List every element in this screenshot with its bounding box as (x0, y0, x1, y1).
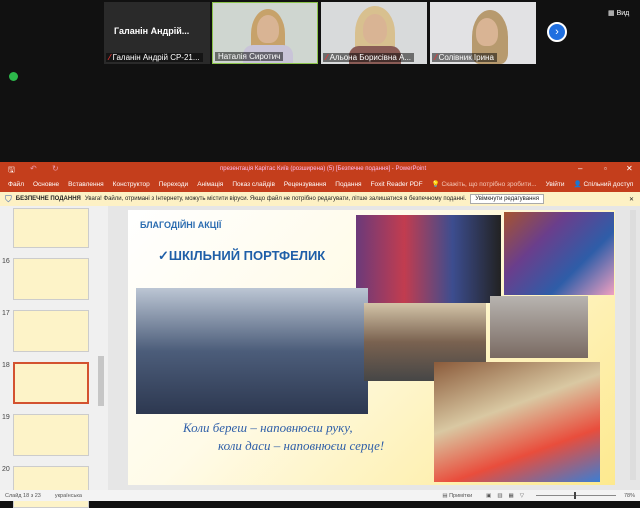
share-button[interactable]: 👤 Спільний доступ (574, 180, 634, 188)
tab-home[interactable]: Основне (33, 181, 59, 188)
photo-supplies (434, 362, 600, 482)
slide-heading: БЛАГОДІЙНІ АКЦІЇ (140, 220, 222, 230)
slide-subtitle: ✓ШКІЛЬНИЙ ПОРТФЕЛИК (158, 248, 326, 263)
tab-foxit[interactable]: Foxit Reader PDF (371, 181, 423, 188)
participant-tile[interactable]: ⁄ Солівник Ірина (430, 2, 536, 64)
participant-label: ⁄ Галанін Андрій СР-21... (106, 53, 203, 62)
protected-view-message: Увага! Файли, отримані з Інтернету, можу… (84, 196, 467, 202)
protected-view-label: БЕЗПЕЧНЕ ПОДАННЯ (15, 196, 81, 202)
tab-insert[interactable]: Вставлення (68, 181, 104, 188)
participant-tile[interactable]: Наталія Сиротич (212, 2, 318, 64)
quote-line-1: Коли береш – наповнюєш руку, (183, 420, 353, 435)
shield-icon: ⛉ (5, 193, 12, 204)
maximize-button[interactable]: ▫ (604, 164, 607, 173)
next-page-button[interactable]: › (547, 22, 567, 42)
encryption-shield-icon (9, 72, 18, 81)
participant-label: ⁄ Солівник Ірина (432, 53, 497, 62)
thumbnail-19[interactable] (13, 414, 89, 456)
participant-tile-name: Галанін Андрій... (114, 26, 190, 36)
slide-canvas: БЛАГОДІЙНІ АКЦІЇ ✓ШКІЛЬНИЙ ПОРТФЕЛИК Кол… (128, 210, 615, 485)
photo-children (490, 296, 588, 358)
tab-design[interactable]: Конструктор (113, 181, 150, 188)
thumbnail-18-selected[interactable] (13, 362, 89, 404)
status-bar: Слайд 18 з 23 українська ▤ Примітки ▣▥▦▽… (0, 490, 640, 501)
redo-icon[interactable]: ↻ (52, 164, 59, 173)
undo-icon[interactable]: ↶ (30, 164, 37, 173)
participant-label: ⁄ Альона Борисівна А... (323, 53, 415, 62)
close-bar-icon[interactable]: ✕ (629, 196, 634, 203)
participant-tile[interactable]: Галанін Андрій... ⁄ Галанін Андрій СР-21… (104, 2, 210, 64)
enable-editing-button[interactable]: Увімкнути редагування (470, 194, 544, 204)
participant-tile[interactable]: ⁄ Альона Борисівна А... (321, 2, 427, 64)
slide-scrollbar[interactable] (630, 210, 636, 480)
photo-backpacks (356, 215, 501, 303)
tab-transitions[interactable]: Переходи (159, 181, 188, 188)
view-buttons[interactable]: ▣▥▦▽ (486, 493, 530, 499)
language[interactable]: українська (55, 493, 82, 499)
quote-line-2: коли даси – наповнюєш серце! (218, 438, 385, 453)
minimize-button[interactable]: – (578, 164, 582, 173)
tab-view[interactable]: Подання (335, 181, 361, 188)
protected-view-bar: ⛉ БЕЗПЕЧНЕ ПОДАННЯ Увага! Файли, отриман… (0, 192, 640, 206)
window-title: презентація Карітас Київ (розширена) (5)… (220, 166, 427, 172)
participant-label: Наталія Сиротич (215, 52, 284, 61)
view-button[interactable]: ▦ Вид (608, 9, 629, 17)
notes-button[interactable]: ▤ Примітки (442, 493, 472, 499)
thumbnail-16[interactable] (13, 258, 89, 300)
thumbnail-17[interactable] (13, 310, 89, 352)
slide-count: Слайд 18 з 23 (5, 492, 41, 499)
tab-review[interactable]: Рецензування (284, 181, 326, 188)
ribbon-tabs: Файл Основне Вставлення Конструктор Пере… (0, 176, 640, 192)
zoom-level[interactable]: 78% (624, 493, 635, 499)
thumbnails-scrollbar[interactable] (98, 356, 104, 406)
photo-group (136, 288, 368, 414)
zoom-slider[interactable] (535, 492, 616, 499)
close-button[interactable]: ✕ (626, 164, 633, 173)
tab-file[interactable]: Файл (8, 181, 24, 188)
signin-button[interactable]: Увійти (546, 181, 565, 188)
tell-me-input[interactable]: 💡 Скажіть, що потрібно зробити... (432, 180, 537, 188)
slide-thumbnails[interactable]: 16 17 18 19 20 (0, 206, 108, 508)
thumbnail-20[interactable] (13, 466, 89, 508)
tab-animations[interactable]: Анімація (197, 181, 223, 188)
title-bar: 🖫 ↶ ↻ презентація Карітас Київ (розширен… (0, 162, 640, 176)
tab-slideshow[interactable]: Показ слайдів (232, 181, 275, 188)
photo-bags-room (504, 212, 614, 295)
